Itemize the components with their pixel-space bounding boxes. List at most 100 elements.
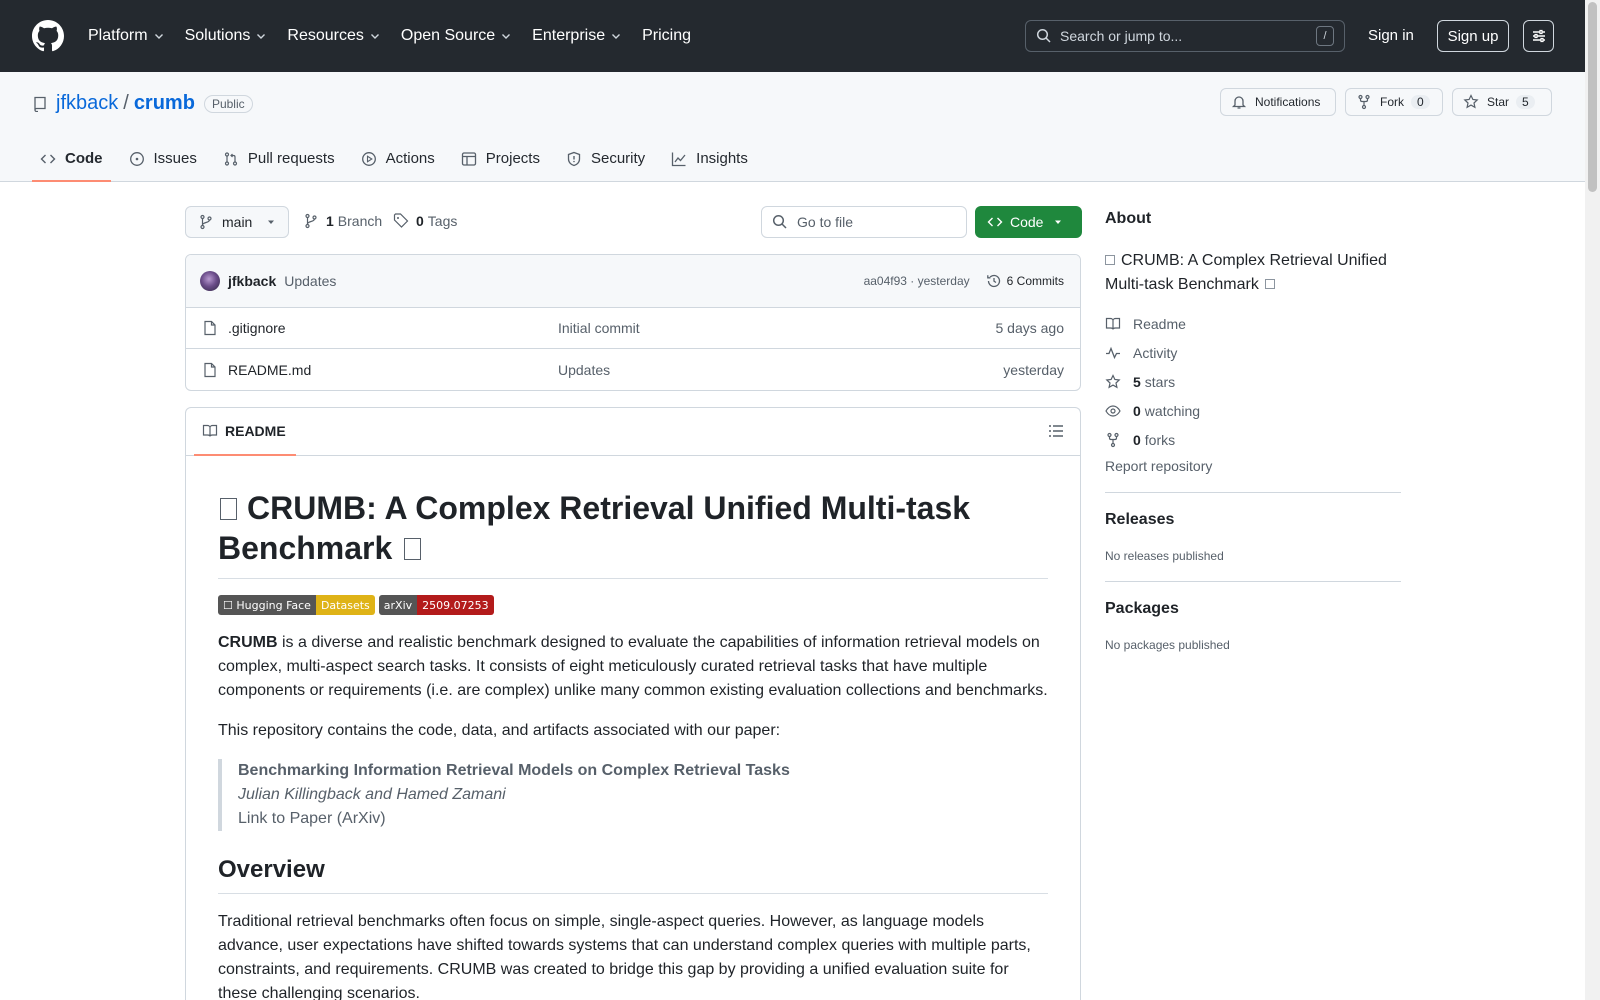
code-icon	[987, 217, 1003, 227]
repo-separator: /	[123, 92, 129, 114]
overview-heading: Overview	[218, 855, 1048, 894]
readme-header: README	[186, 408, 1080, 456]
table-row[interactable]: .gitignore Initial commit 5 days ago	[186, 308, 1080, 349]
nav-resources[interactable]: Resources	[287, 27, 380, 45]
branch-select-button[interactable]: main	[185, 206, 289, 238]
watching-link[interactable]: 0 watching	[1105, 396, 1401, 425]
tab-code[interactable]: Code	[32, 144, 111, 182]
file-commit-date: 5 days ago	[995, 320, 1065, 336]
caret-down-icon	[1055, 220, 1061, 224]
repo-name-link[interactable]: crumb	[134, 92, 195, 115]
scrollbar-thumb[interactable]	[1588, 2, 1597, 192]
file-commit-date: yesterday	[1003, 361, 1064, 378]
missing-emoji-icon	[404, 538, 422, 560]
code-dropdown-button[interactable]: Code	[975, 206, 1082, 238]
avatar[interactable]	[200, 271, 220, 291]
readme-title: CRUMB: A Complex Retrieval Unified Multi…	[218, 488, 1048, 579]
divider	[1105, 492, 1401, 493]
chevron-down-icon	[154, 34, 163, 39]
readme-panel: README CRUMB: A Complex Retrieval Unifie…	[185, 407, 1081, 1000]
global-search-input[interactable]: Search or jump to... /	[1025, 20, 1345, 52]
tab-pull-requests[interactable]: Pull requests	[215, 144, 343, 182]
file-browser: jfkback Updates aa04f93 · yesterday 6 Co…	[185, 254, 1081, 391]
nav-platform[interactable]: Platform	[88, 27, 165, 45]
packages-empty-text: No packages published	[1105, 638, 1230, 652]
visibility-badge: Public	[203, 94, 253, 113]
file-toolbar: main 1 Branch 0 Tags Go to file Code	[185, 206, 1082, 238]
file-commit-message[interactable]: Initial commit	[558, 320, 640, 336]
go-to-file-input[interactable]: Go to file	[761, 206, 967, 238]
commit-message-link[interactable]: Updates	[284, 273, 336, 289]
table-row[interactable]: README.md Updates yesterday	[186, 349, 1080, 390]
arxiv-badge[interactable]: arXiv 2509.07253	[378, 595, 494, 615]
settings-menu-button[interactable]	[1523, 20, 1554, 52]
search-icon	[772, 214, 787, 229]
forks-link[interactable]: 0 forks	[1105, 425, 1401, 454]
nav-solutions[interactable]: Solutions	[185, 27, 268, 45]
play-circle-icon	[361, 152, 376, 166]
commits-link[interactable]: 6 Commits	[986, 273, 1064, 289]
tab-projects[interactable]: Projects	[453, 144, 548, 182]
file-name-link[interactable]: .gitignore	[228, 320, 558, 336]
file-commit-message[interactable]: Updates	[558, 362, 610, 378]
tab-issues[interactable]: Issues	[121, 144, 205, 182]
releases-empty-text: No releases published	[1105, 549, 1224, 563]
fork-button[interactable]: Fork 0	[1345, 88, 1443, 116]
report-repository-link[interactable]: Report repository	[1105, 458, 1401, 474]
file-icon	[204, 320, 216, 336]
nav-enterprise[interactable]: Enterprise	[532, 27, 622, 45]
readme-tab[interactable]: README	[194, 408, 296, 456]
table-of-contents-icon[interactable]	[1048, 423, 1064, 439]
issue-icon	[129, 152, 144, 166]
star-icon	[1463, 94, 1479, 109]
main-content: main 1 Branch 0 Tags Go to file Code jfk…	[185, 206, 1082, 1000]
activity-link[interactable]: Activity	[1105, 338, 1401, 367]
book-icon	[1105, 317, 1121, 330]
chevron-down-icon	[502, 34, 511, 39]
file-name-link[interactable]: README.md	[228, 362, 558, 378]
caret-down-icon	[268, 220, 274, 224]
pulse-icon	[1106, 346, 1120, 359]
tab-actions[interactable]: Actions	[353, 144, 443, 182]
paper-citation-quote: Benchmarking Information Retrieval Model…	[218, 759, 1048, 831]
nav-pricing[interactable]: Pricing	[642, 27, 691, 45]
chevron-down-icon	[257, 34, 266, 39]
commit-hash-time[interactable]: aa04f93 · yesterday	[864, 274, 970, 288]
paper-link[interactable]: Link to Paper (ArXiv)	[238, 807, 1048, 831]
sign-in-link[interactable]: Sign in	[1368, 27, 1414, 44]
intro-paragraph: CRUMB is a diverse and realistic benchma…	[218, 634, 1048, 699]
pull-request-icon	[224, 152, 237, 166]
star-count: 5	[1516, 95, 1535, 109]
table-icon	[461, 152, 476, 166]
code-icon	[40, 154, 56, 164]
nav-open-source[interactable]: Open Source	[401, 27, 512, 45]
repo-description-paragraph: This repository contains the code, data,…	[218, 722, 781, 739]
fork-icon	[1107, 432, 1119, 447]
paper-title: Benchmarking Information Retrieval Model…	[238, 762, 790, 779]
missing-emoji-icon	[1105, 255, 1115, 265]
stars-link[interactable]: 5 stars	[1105, 367, 1401, 396]
repo-owner-link[interactable]: jfkback	[56, 92, 118, 115]
packages-heading[interactable]: Packages	[1105, 600, 1401, 618]
branches-link[interactable]: 1 Branch	[303, 213, 382, 229]
commit-author-link[interactable]: jfkback	[228, 273, 276, 289]
releases-heading[interactable]: Releases	[1105, 511, 1401, 529]
github-logo-icon[interactable]	[32, 20, 64, 52]
graph-icon	[672, 152, 686, 167]
star-icon	[1105, 373, 1121, 388]
badge-row: ☐ Hugging Face Datasets arXiv 2509.07253	[218, 595, 1048, 615]
star-button[interactable]: Star 5	[1452, 88, 1552, 116]
tab-insights[interactable]: Insights	[663, 144, 756, 182]
divider	[1105, 581, 1401, 582]
repo-header: jfkback / crumb Public Notifications For…	[0, 72, 1585, 182]
notifications-button[interactable]: Notifications	[1220, 88, 1336, 116]
paper-authors: Julian Killingback and Hamed Zamani	[238, 786, 506, 803]
huggingface-badge[interactable]: ☐ Hugging Face Datasets	[218, 595, 375, 615]
sign-up-button[interactable]: Sign up	[1437, 20, 1509, 52]
search-icon	[1036, 28, 1051, 43]
tags-link[interactable]: 0 Tags	[393, 213, 457, 229]
history-icon	[986, 274, 1000, 288]
readme-link[interactable]: Readme	[1105, 309, 1401, 338]
tab-security[interactable]: Security	[558, 144, 653, 182]
file-icon	[204, 362, 216, 377]
